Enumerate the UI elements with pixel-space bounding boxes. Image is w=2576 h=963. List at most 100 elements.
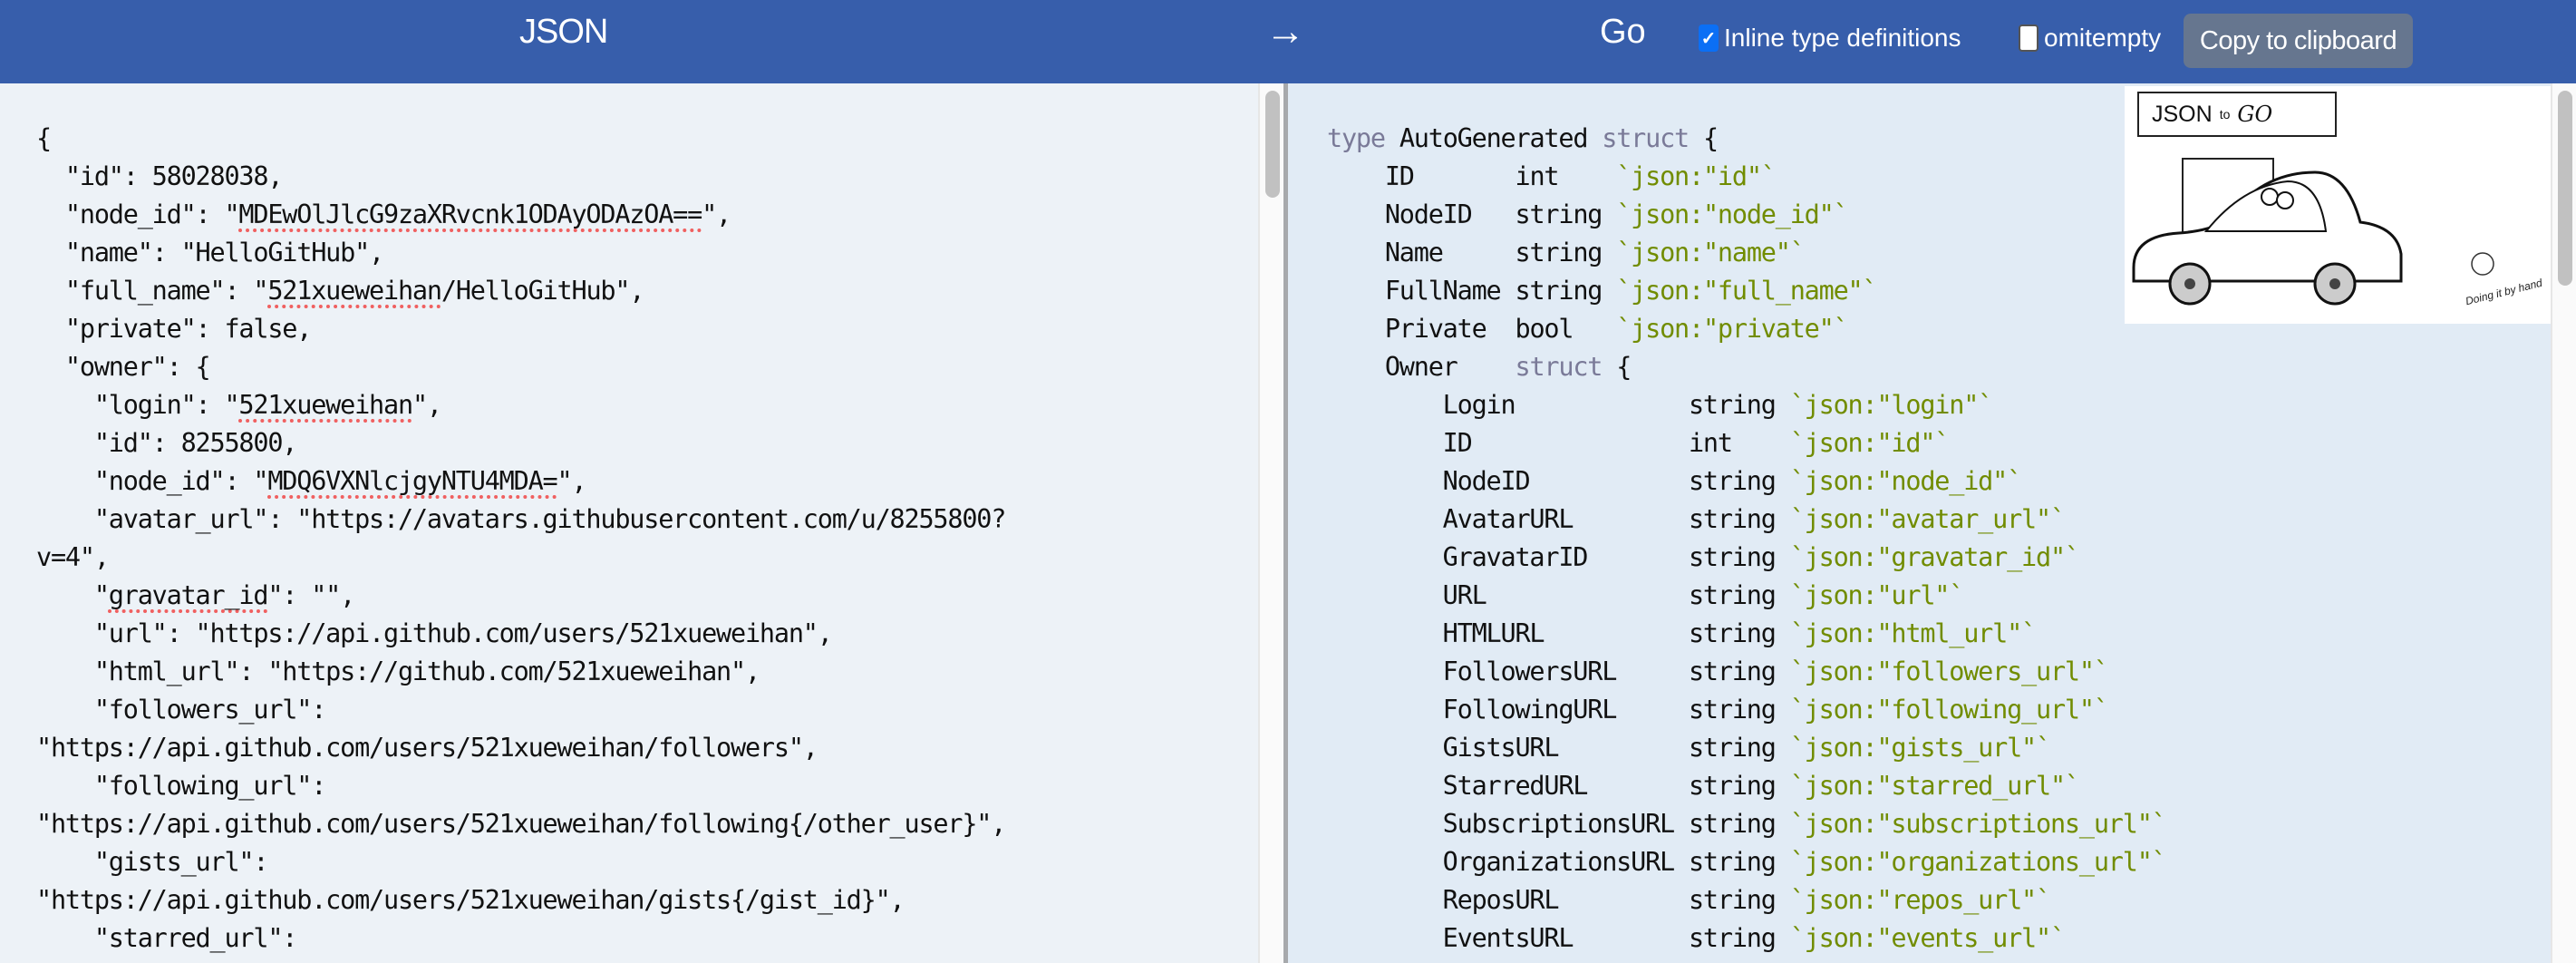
go-line: AvatarURL string `json:"avatar_url"` (1327, 501, 2166, 539)
go-field-name: HTMLURL (1442, 618, 1689, 648)
spellcheck-mark: 521xueweihan (267, 276, 442, 306)
go-line: GravatarID string `json:"gravatar_id"` (1327, 539, 2166, 577)
json-line: "html_url": "https://github.com/521xuewe… (36, 657, 760, 686)
json-line: "private": false, (36, 314, 313, 344)
go-field-type: string (1688, 847, 1790, 877)
json-line: "following_url": (36, 771, 327, 801)
go-field-name: Private (1384, 314, 1516, 344)
json-line: "https://api.github.com/users/521xueweih… (36, 809, 1006, 839)
go-field-tag: `json:"gravatar_id"` (1789, 542, 2080, 572)
go-field-type: string (1515, 276, 1617, 306)
go-field-type: string (1688, 771, 1790, 801)
go-field-type: int (1515, 161, 1617, 191)
spellcheck-mark: MDQ6VXNlcjgyNTU4MDA= (267, 466, 557, 496)
go-line: OrganizationsURL string `json:"organizat… (1327, 843, 2167, 881)
go-field-name: SubscriptionsURL (1442, 809, 1689, 839)
go-field-type: string (1515, 238, 1617, 268)
json-input-editor[interactable]: { "id": 58028038, "node_id": "MDEwOlJlcG… (0, 83, 1258, 963)
go-line: ReposURL string `json:"repos_url"` (1327, 881, 2166, 919)
go-line: HTMLURL string `json:"html_url"` (1327, 615, 2166, 653)
json-line: "node_id": "MDEwOlJlcG9zaXRvcnk1ODAyODAz… (36, 199, 731, 229)
copy-to-clipboard-button[interactable]: Copy to clipboard (2184, 14, 2413, 68)
go-field-name: URL (1442, 580, 1689, 610)
go-field-tag: `json:"html_url"` (1789, 618, 2037, 648)
spellcheck-mark: 521xueweihan (238, 390, 413, 420)
go-field-name: OrganizationsURL (1442, 847, 1689, 877)
inline-type-definitions-option[interactable]: ✓ Inline type definitions (1699, 24, 1961, 53)
spellcheck-mark: gravatar_id (108, 580, 269, 610)
go-field-tag: `json:"name"` (1616, 238, 1806, 268)
go-field-name: GistsURL (1442, 733, 1689, 763)
json-line: v=4", (36, 542, 110, 572)
go-line: ID int `json:"id"` (1327, 158, 2166, 196)
top-bar: JSON → Go ✓ Inline type definitions omit… (0, 0, 2576, 83)
go-field-name: ID (1384, 161, 1516, 191)
go-line: type AutoGenerated struct { (1327, 123, 1719, 153)
go-field-tag: `json:"repos_url"` (1789, 885, 2051, 915)
arrow-right-icon: → (1265, 9, 1305, 54)
json-line: "owner": { (36, 352, 211, 382)
go-field-tag: `json:"node_id"` (1616, 199, 1849, 229)
go-field-type: string (1688, 695, 1790, 725)
go-line: NodeID string `json:"node_id"` (1327, 462, 2166, 501)
go-line: Name string `json:"name"` (1327, 234, 2166, 272)
json-line: "https://api.github.com/users/521xueweih… (36, 733, 818, 763)
omitempty-label: omitempty (2044, 24, 2162, 52)
json-line: "name": "HelloGitHub", (36, 238, 384, 268)
go-line: FollowingURL string `json:"following_url… (1327, 691, 2166, 729)
json-line: "login": "521xueweihan", (36, 390, 442, 420)
spellcheck-mark: MDEwOlJlcG9zaXRvcnk1ODAyODAzOA== (238, 199, 702, 229)
go-field-name: AvatarURL (1442, 504, 1689, 534)
go-field-type: string (1688, 733, 1790, 763)
go-field-name: EventsURL (1442, 923, 1689, 953)
go-field-type: string (1688, 504, 1790, 534)
json-input-scrollbar[interactable] (1258, 83, 1285, 963)
go-line: StarredURL string `json:"starred_url"` (1327, 767, 2166, 805)
go-field-tag: `json:"node_id"` (1789, 466, 2023, 496)
omitempty-option[interactable]: omitempty (2019, 24, 2161, 53)
go-field-type: string (1688, 618, 1790, 648)
json-input-text[interactable]: { "id": 58028038, "node_id": "MDEwOlJlcG… (36, 120, 1006, 958)
inline-type-definitions-checkbox[interactable]: ✓ (1699, 24, 1719, 52)
go-field-type: string (1688, 885, 1790, 915)
inline-type-definitions-label: Inline type definitions (1724, 24, 1961, 52)
go-field-tag: `json:"following_url"` (1789, 695, 2109, 725)
go-field-tag: `json:"id"` (1789, 428, 1951, 458)
go-field-tag: `json:"url"` (1789, 580, 1965, 610)
go-output-code: type AutoGenerated struct { ID int `json… (1327, 120, 2167, 958)
go-field-tag: `json:"subscriptions_url"` (1789, 809, 2167, 839)
go-line: URL string `json:"url"` (1327, 577, 2166, 615)
go-line: SubscriptionsURL string `json:"subscript… (1327, 805, 2167, 843)
json-line: "full_name": "521xueweihan/HelloGitHub", (36, 276, 645, 306)
go-keyword: struct (1602, 123, 1690, 153)
go-field-type: string (1688, 657, 1790, 686)
omitempty-checkbox[interactable] (2019, 24, 2039, 52)
go-field-name: NodeID (1442, 466, 1689, 496)
go-field-tag: `json:"starred_url"` (1789, 771, 2080, 801)
json-line: "https://api.github.com/users/521xueweih… (36, 885, 905, 915)
go-field-name: GravatarID (1442, 542, 1689, 572)
go-field-tag: `json:"avatar_url"` (1789, 504, 2066, 534)
json-input-scrollbar-thumb[interactable] (1265, 91, 1280, 198)
go-output-scrollbar-thumb[interactable] (2558, 91, 2572, 286)
go-output-scrollbar[interactable] (2551, 83, 2576, 963)
json-line: "id": 8255800, (36, 428, 298, 458)
json-to-go-illustration: JSON to GO Doing it by hand (2125, 86, 2552, 324)
go-field-name: StarredURL (1442, 771, 1689, 801)
go-field-tag: `json:"gists_url"` (1789, 733, 2051, 763)
go-line: FullName string `json:"full_name"` (1327, 272, 2166, 310)
json-line: "followers_url": (36, 695, 327, 725)
go-field-tag: `json:"events_url"` (1789, 923, 2066, 953)
go-field-name: ReposURL (1442, 885, 1689, 915)
go-line: Private bool `json:"private"` (1327, 310, 2166, 348)
go-field-type: bool (1515, 314, 1617, 344)
go-field-type: string (1688, 466, 1790, 496)
go-field-tag: `json:"organizations_url"` (1789, 847, 2167, 877)
go-line: NodeID string `json:"node_id"` (1327, 196, 2166, 234)
go-line: EventsURL string `json:"events_url"` (1327, 919, 2166, 958)
go-field-type: string (1688, 580, 1790, 610)
go-line: GistsURL string `json:"gists_url"` (1327, 729, 2166, 767)
go-field-tag: `json:"followers_url"` (1789, 657, 2109, 686)
go-field-name: ID (1442, 428, 1689, 458)
go-field-type: int (1688, 428, 1790, 458)
